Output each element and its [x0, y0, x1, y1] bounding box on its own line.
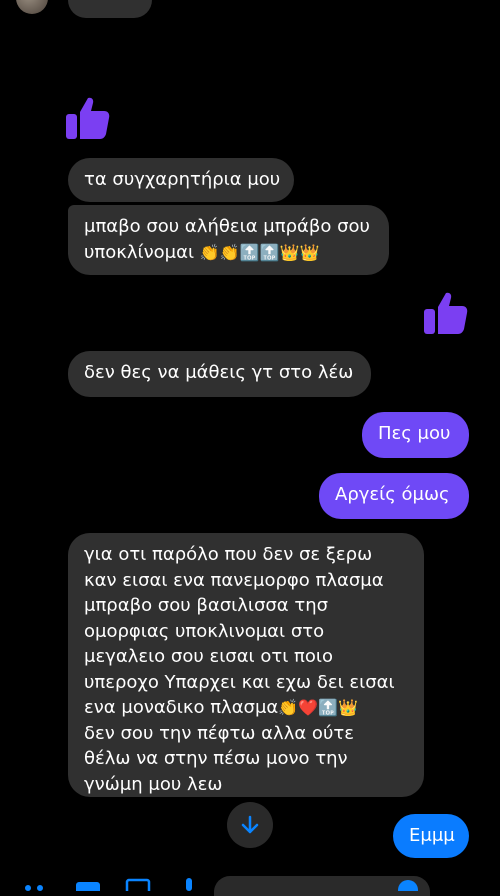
message-text: μεγαλειο σου εισαι οτι ποιο	[84, 646, 333, 667]
message-text: καν εισαι ενα πανεμορφο πλασμα	[84, 569, 384, 591]
outgoing-message[interactable]: Εμμμ	[393, 814, 469, 858]
message-text: Αργείς όμως	[335, 484, 450, 505]
message-text: θέλω να στην πέσω μονο την	[84, 748, 348, 769]
composer-bar	[0, 870, 500, 896]
message-text: Πες μου	[378, 423, 451, 444]
message-text-line: υποκλίνομαι 👏👏🔝🔝👑👑	[84, 240, 373, 266]
message-text: δεν σου την πέφτω αλλα ούτε	[84, 722, 354, 744]
message-text: ενα μοναδικο πλασμα	[84, 697, 279, 718]
top-avatar	[16, 0, 48, 14]
emoji-text: 👏👏🔝🔝👑👑	[199, 242, 320, 262]
scroll-to-bottom-button[interactable]	[227, 802, 273, 848]
mic-icon[interactable]	[182, 876, 196, 895]
message-text: μπραβο σου βασιλισσα τησ	[84, 595, 329, 616]
incoming-message[interactable]: για οτι παρόλο που δεν σε ξερω καν εισαι…	[68, 533, 424, 797]
image-icon[interactable]	[125, 876, 151, 896]
message-text: υποκλίνομαι	[84, 241, 195, 263]
message-text: Εμμμ	[409, 825, 455, 846]
top-partial-bubble	[68, 0, 152, 18]
message-text-line: ενα μοναδικο πλασμα👏❤️🔝👑	[84, 695, 408, 721]
message-text: τα συγχαρητήρια μου	[84, 169, 281, 190]
message-text: γνώμη μου λεω	[84, 773, 223, 795]
arrow-down-icon	[241, 815, 259, 834]
message-text: ομορφιας υποκλινομαι στο	[84, 620, 325, 642]
message-text: υπεροχο Υπαρχει και εχω δει εισαι	[84, 671, 395, 693]
message-text: δεν θες να μάθεις γτ στο λέω	[84, 362, 354, 383]
incoming-message[interactable]: μπαβο σου αλήθεια μπράβο σου υποκλίνομαι…	[68, 205, 389, 275]
outgoing-message[interactable]: Αργείς όμως	[319, 473, 469, 519]
emoji-text: 👏❤️🔝👑	[278, 698, 358, 717]
thumbs-up-icon	[64, 94, 112, 146]
incoming-message[interactable]: δεν θες να μάθεις γτ στο λέω	[68, 351, 371, 397]
message-text: μπαβο σου αλήθεια μπράβο σου	[84, 216, 370, 237]
message-text: για οτι παρόλο που δεν σε ξερω	[84, 544, 373, 565]
grid-icon[interactable]	[22, 876, 46, 895]
emoji-icon[interactable]	[396, 876, 420, 896]
camera-icon[interactable]	[74, 876, 102, 895]
outgoing-message[interactable]: Πες μου	[362, 412, 469, 458]
thumbs-up-icon	[422, 289, 470, 341]
incoming-message[interactable]: τα συγχαρητήρια μου	[68, 158, 294, 202]
